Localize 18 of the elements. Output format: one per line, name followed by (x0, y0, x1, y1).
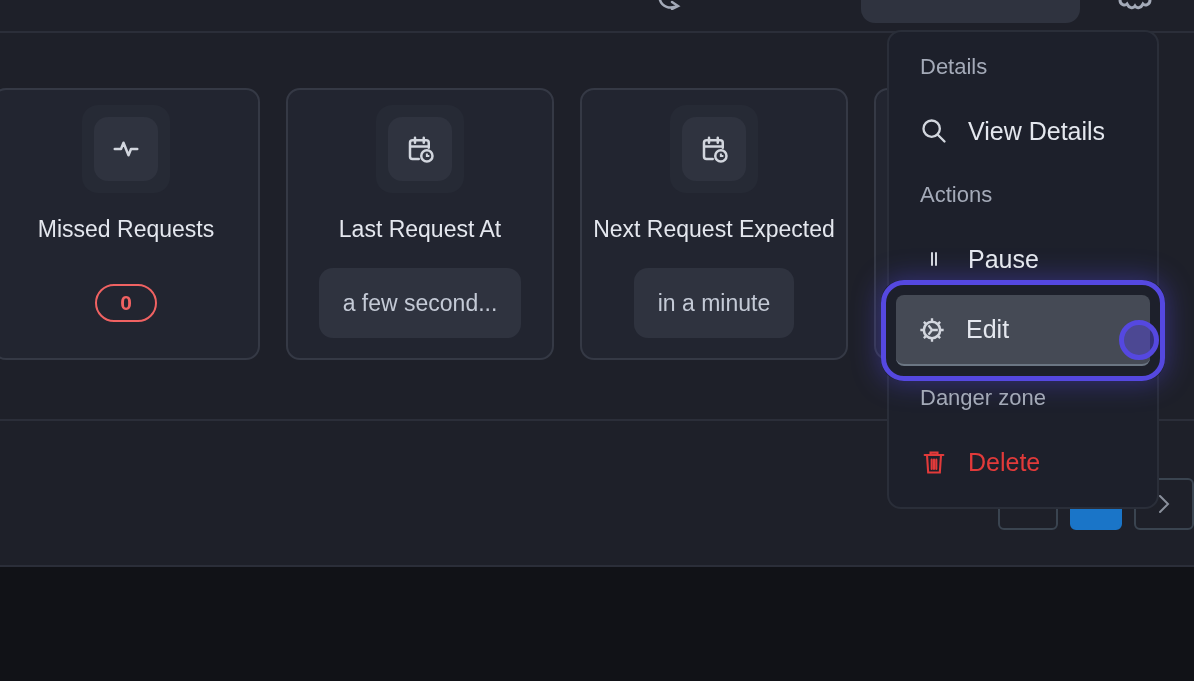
settings-icon (918, 315, 946, 344)
stat-value: a few second... (318, 268, 522, 338)
menu-section-title: Danger zone (920, 384, 1047, 412)
pointer-circle (1119, 320, 1159, 360)
stat-label: Missed Requests (37, 215, 215, 244)
pause-icon (930, 252, 938, 266)
chevron-right-icon (1158, 494, 1170, 514)
menu-item[interactable]: View Details (889, 99, 1157, 163)
stat-value: in a minute (633, 268, 795, 338)
count-badge: 0 (95, 284, 157, 322)
stat-label: Next Request Expected (593, 215, 835, 244)
menu-item[interactable]: Pause (889, 227, 1157, 291)
menu-section-title: Details (920, 53, 989, 81)
search-icon (920, 117, 948, 145)
settings-icon[interactable] (1117, 0, 1153, 10)
menu-item[interactable]: Delete (889, 430, 1157, 494)
menu-section-title: Actions (920, 181, 994, 209)
stat-label: Last Request At (338, 215, 502, 244)
